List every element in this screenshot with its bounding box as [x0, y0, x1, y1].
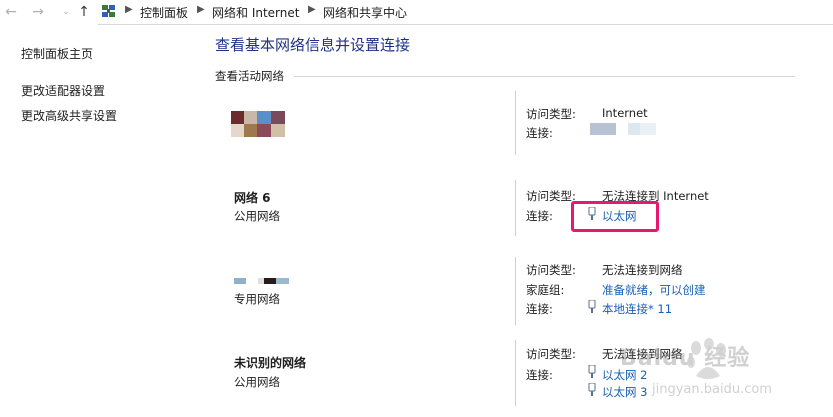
network-name-pixelated: [234, 278, 289, 284]
connection-label: 连接:: [526, 368, 553, 382]
control-panel-icon: [101, 4, 116, 19]
section-title: 查看活动网络: [215, 69, 284, 83]
access-type-value: 无法连接到网络: [602, 263, 683, 277]
access-type-label: 访问类型:: [526, 189, 576, 203]
network-divider: [515, 340, 516, 406]
homegroup-link[interactable]: 准备就绪，可以创建: [602, 282, 706, 298]
access-type-label: 访问类型:: [526, 263, 576, 277]
watermark-url: jingyan.baidu.com: [652, 382, 772, 397]
watermark: Baidu 经验 jingyan.baidu.com: [620, 330, 825, 405]
breadcrumb-separator-icon[interactable]: ▶: [197, 4, 205, 15]
network-type-link[interactable]: 专用网络: [234, 291, 280, 307]
network-divider: [515, 180, 516, 236]
back-arrow-icon[interactable]: ←: [3, 4, 19, 20]
homegroup-label: 家庭组:: [526, 283, 565, 297]
network-type-link[interactable]: 公用网络: [234, 374, 280, 390]
sidebar-item-change-adapter[interactable]: 更改适配器设置: [21, 82, 105, 99]
up-arrow-icon[interactable]: ↑: [76, 4, 92, 20]
sidebar-item-advanced-sharing[interactable]: 更改高级共享设置: [21, 107, 117, 124]
access-type-label: 访问类型:: [526, 107, 576, 121]
watermark-text: Baidu 经验: [620, 346, 751, 371]
wireless-adapter-icon: [588, 299, 596, 313]
connection-local-link[interactable]: 本地连接* 11: [602, 301, 672, 317]
ethernet-icon: [588, 364, 596, 378]
breadcrumb-sharing-center[interactable]: 网络和共享中心: [323, 4, 407, 21]
connection-label: 连接:: [526, 126, 553, 140]
network-divider: [515, 91, 516, 155]
network-type-link[interactable]: 公用网络: [234, 208, 280, 224]
connection-label: 连接:: [526, 302, 553, 316]
recent-dropdown-icon[interactable]: ⌄: [58, 4, 74, 20]
network-name: 网络 6: [234, 191, 271, 205]
section-divider: [294, 76, 795, 77]
breadcrumb-separator-icon[interactable]: ▶: [308, 4, 316, 15]
address-bar[interactable]: ▶ 控制面板 ▶ 网络和 Internet ▶ 网络和共享中心: [98, 0, 833, 25]
network-divider: [515, 257, 516, 325]
breadcrumb-network-internet[interactable]: 网络和 Internet: [212, 4, 299, 21]
access-type-value: Internet: [602, 106, 648, 120]
breadcrumb-control-panel[interactable]: 控制面板: [140, 4, 188, 21]
network-name: 未识别的网络: [234, 356, 307, 370]
network-icon-pixelated: [231, 111, 285, 137]
connection-label: 连接:: [526, 209, 553, 223]
sidebar-item-control-panel-home[interactable]: 控制面板主页: [21, 45, 93, 62]
forward-arrow-icon[interactable]: →: [30, 4, 46, 20]
breadcrumb-separator-icon[interactable]: ▶: [125, 4, 133, 15]
highlight-box: [571, 201, 659, 232]
connection-value-pixelated[interactable]: [590, 123, 656, 135]
ethernet-icon: [588, 382, 596, 396]
page-title: 查看基本网络信息并设置连接: [215, 36, 411, 54]
access-type-label: 访问类型:: [526, 347, 576, 361]
